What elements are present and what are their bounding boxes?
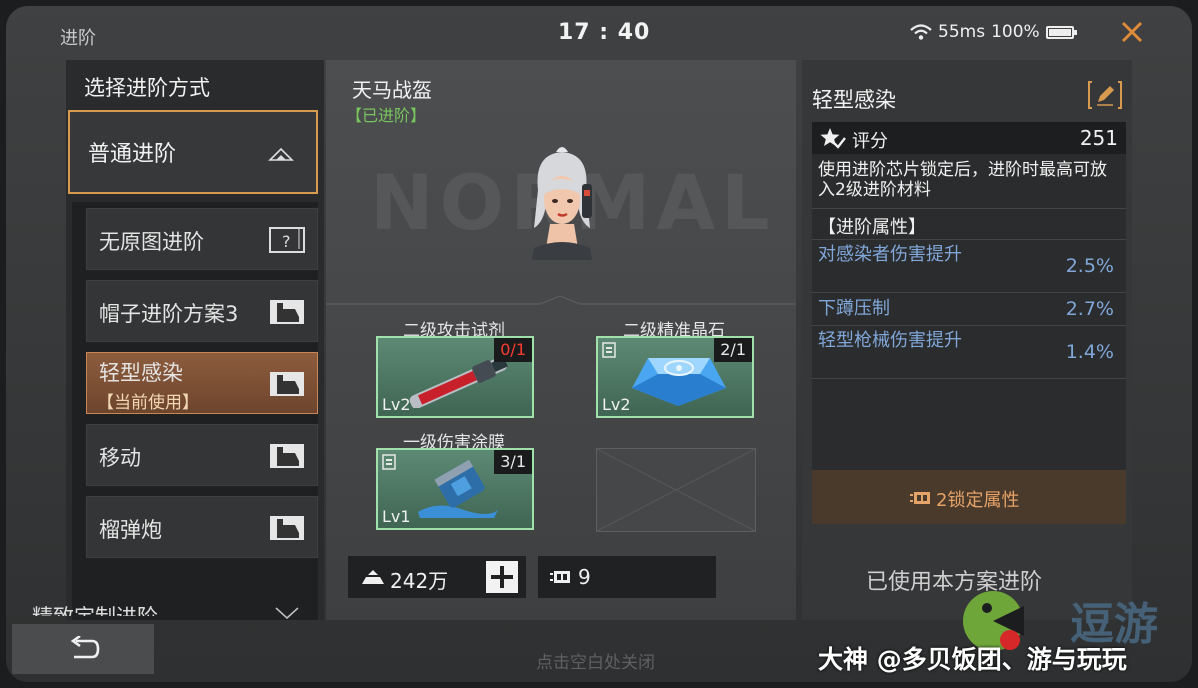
plan-item[interactable]: 移动	[86, 424, 318, 486]
divider-line	[326, 296, 796, 305]
plan-title: 轻型感染	[812, 88, 896, 112]
ping-value: 55ms	[938, 22, 986, 42]
plan-label: 帽子进阶方案3	[99, 302, 239, 326]
chip-icon	[550, 571, 570, 583]
attribute-value: 2.5%	[1065, 255, 1114, 277]
plan-item[interactable]: 帽子进阶方案3	[86, 280, 318, 342]
currency-box: 242万	[348, 556, 526, 598]
currency-amount: 242万	[390, 569, 449, 593]
attribute-value: 2.7%	[1065, 298, 1114, 320]
edit-icon[interactable]	[1088, 80, 1122, 110]
mode-selector-panel: 选择进阶方式 普通进阶 无原图进阶 ? 帽子进阶方案3 轻型感染 【当前使用】 …	[66, 60, 324, 620]
custom-advance-option[interactable]: 精致定制进阶	[32, 602, 158, 616]
character-portrait	[532, 147, 592, 260]
blueprint-icon	[270, 444, 304, 468]
wifi-icon	[910, 24, 932, 40]
attribute-name: 轻型枪械伤害提升	[818, 330, 962, 351]
battery-icon	[1045, 25, 1077, 39]
attribute-row: 轻型枪械伤害提升 1.4%	[812, 326, 1126, 379]
plan-label: 无原图进阶	[99, 230, 204, 254]
item-detail-panel: 天马战盔 【已进阶】 NORMAL 二级攻击试剂	[326, 60, 796, 620]
unknown-blueprint-icon: ?	[269, 227, 305, 253]
chip-count: 9	[578, 565, 591, 589]
currency-icon	[362, 570, 384, 584]
svg-text:?: ?	[282, 232, 291, 251]
author-watermark: 大神 @多贝饭团、游与玩玩	[818, 645, 1127, 674]
plan-label: 榴弹炮	[99, 518, 162, 542]
score-label: 评分	[852, 131, 888, 152]
attribute-name: 对感染者伤害提升	[818, 244, 962, 265]
attribute-name: 下蹲压制	[818, 298, 890, 319]
mode-selector-title: 选择进阶方式	[84, 76, 210, 100]
close-icon[interactable]	[1116, 16, 1148, 48]
back-arrow-icon	[70, 636, 100, 659]
normal-advance-option[interactable]: 普通进阶	[68, 110, 318, 194]
material-level: Lv2	[382, 395, 411, 414]
plan-item[interactable]: 无原图进阶 ?	[86, 208, 318, 270]
attribute-value: 1.4%	[1065, 341, 1114, 363]
attribute-section-header: 【进阶属性】	[812, 208, 1126, 240]
plan-item-active[interactable]: 轻型感染 【当前使用】	[86, 352, 318, 414]
bound-tag-icon	[382, 454, 396, 470]
chip-box: 9	[538, 556, 716, 598]
plan-description: 使用进阶芯片锁定后，进阶时最高可放入2级进阶材料	[818, 160, 1107, 200]
material-count: 3/1	[494, 450, 532, 474]
plan-item[interactable]: 榴弹炮	[86, 496, 318, 558]
plan-info-box: 评分 251 使用进阶芯片锁定后，进阶时最高可放入2级进阶材料 【进阶属性】 对…	[812, 122, 1126, 470]
chip-icon	[910, 492, 930, 504]
material-level: Lv2	[602, 395, 631, 414]
blueprint-icon	[270, 300, 304, 324]
plus-icon	[491, 566, 513, 588]
status-bar: 55ms 100%	[910, 22, 1077, 42]
status-clock: 17 : 40	[558, 20, 651, 45]
current-use-badge: 【当前使用】	[97, 393, 199, 413]
score-value: 251	[1079, 126, 1118, 150]
plan-list: 无原图进阶 ? 帽子进阶方案3 轻型感染 【当前使用】 移动 榴弹炮	[72, 202, 318, 620]
blueprint-icon	[270, 372, 304, 396]
plan-label: 移动	[99, 446, 141, 470]
material-slot[interactable]: 3/1 Lv1	[376, 448, 534, 530]
attribute-row: 对感染者伤害提升 2.5%	[812, 240, 1126, 293]
expand-triangle-icon	[275, 607, 299, 620]
plan-detail-panel: 轻型感染 评分 251 使用进阶芯片锁定后，进阶时最高可放入2级进阶材料 【进阶…	[802, 60, 1132, 620]
attribute-section-title: 【进阶属性】	[818, 217, 926, 238]
page-title: 进阶	[60, 28, 96, 49]
item-advanced-badge: 【已进阶】	[346, 106, 427, 125]
attribute-row: 下蹲压制 2.7%	[812, 293, 1126, 326]
back-button[interactable]	[12, 624, 154, 674]
close-hint: 点击空白处关闭	[536, 653, 655, 673]
rating-star-icon	[820, 128, 846, 149]
material-slot[interactable]: 2/1 Lv2	[596, 336, 754, 418]
material-count: 2/1	[714, 338, 752, 362]
bound-tag-icon	[602, 342, 616, 358]
game-window: 进阶 17 : 40 55ms 100% 选择进阶方式 普通进阶 无原图进阶 ?…	[6, 6, 1192, 682]
lock-attribute-button[interactable]: 2锁定属性	[812, 470, 1126, 524]
plan-label: 轻型感染	[99, 361, 183, 385]
lock-attribute-label: 2锁定属性	[936, 490, 1020, 511]
empty-material-slot[interactable]	[596, 448, 756, 532]
score-row: 评分 251	[812, 122, 1126, 154]
blueprint-icon	[270, 516, 304, 540]
material-slot[interactable]: 0/1 Lv2	[376, 336, 534, 418]
battery-percent: 100%	[991, 22, 1040, 42]
collapse-triangle-icon	[268, 147, 294, 161]
normal-advance-label: 普通进阶	[88, 142, 177, 167]
material-level: Lv1	[382, 507, 411, 526]
material-count: 0/1	[494, 338, 532, 362]
item-name: 天马战盔	[352, 78, 432, 102]
add-currency-button[interactable]	[486, 561, 518, 593]
